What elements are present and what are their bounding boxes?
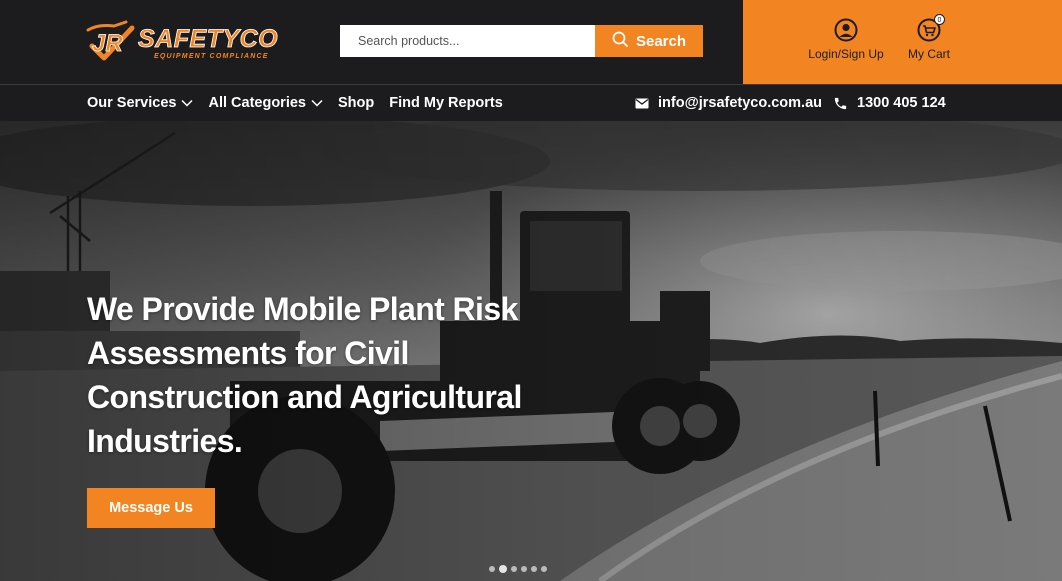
envelope-icon <box>635 98 649 108</box>
user-circle-icon <box>834 18 858 42</box>
nav-item-label: All Categories <box>208 95 306 111</box>
login-label: Login/Sign Up <box>808 47 884 61</box>
contact-phone-link[interactable]: 1300 405 124 <box>833 85 946 121</box>
main-nav: Our Services All Categories Shop Find My… <box>87 85 503 121</box>
search-form: Search <box>340 25 703 57</box>
search-button-label: Search <box>635 32 687 50</box>
nav-item-label: Our Services <box>87 95 177 111</box>
contact-email-link[interactable]: info@jrsafetyco.com.au <box>635 85 822 121</box>
cart-icon: 0 <box>917 14 945 42</box>
nav-item-find-my-reports[interactable]: Find My Reports <box>389 95 503 111</box>
login-signup-link[interactable]: Login/Sign Up <box>805 18 887 61</box>
hero-title: We Provide Mobile Plant Risk Assessments… <box>87 291 522 459</box>
nav-item-all-categories[interactable]: All Categories <box>208 95 323 111</box>
search-icon <box>612 31 628 51</box>
contact-email: info@jrsafetyco.com.au <box>658 95 823 111</box>
slider-dot[interactable] <box>521 566 527 572</box>
cart-count-badge: 0 <box>934 14 945 25</box>
search-button[interactable]: Search <box>595 25 703 57</box>
nav-item-our-services[interactable]: Our Services <box>87 95 194 111</box>
search-input[interactable] <box>340 25 595 57</box>
svg-text:SAFETYCO: SAFETYCO <box>138 25 278 53</box>
message-us-button[interactable]: Message Us <box>87 488 215 528</box>
chevron-down-icon <box>311 99 323 107</box>
slider-dot[interactable] <box>541 566 547 572</box>
nav-item-label: Shop <box>337 95 375 111</box>
main-navigation-bar: Our Services All Categories Shop Find My… <box>0 84 1062 121</box>
slider-dot-active[interactable] <box>499 565 507 573</box>
top-header: JR SAFETYCO EQUIPMENT COMPLIANCE Search … <box>0 0 1062 84</box>
slider-dot[interactable] <box>511 566 517 572</box>
slider-dot[interactable] <box>531 566 537 572</box>
nav-item-label: Find My Reports <box>389 95 503 111</box>
phone-icon <box>834 97 847 109</box>
svg-text:JR: JR <box>92 30 123 57</box>
chevron-down-icon <box>181 99 194 107</box>
slider-dot[interactable] <box>489 566 495 572</box>
hero-slider: We Provide Mobile Plant Risk Assessments… <box>0 121 1062 581</box>
nav-item-shop[interactable]: Shop <box>338 95 374 111</box>
slider-pagination <box>489 565 547 573</box>
my-cart-link[interactable]: 0 My Cart <box>903 14 955 61</box>
contact-phone: 1300 405 124 <box>857 95 946 111</box>
site-logo[interactable]: JR SAFETYCO EQUIPMENT COMPLIANCE <box>86 18 286 64</box>
svg-text:EQUIPMENT COMPLIANCE: EQUIPMENT COMPLIANCE <box>154 53 269 60</box>
cart-label: My Cart <box>908 47 950 61</box>
